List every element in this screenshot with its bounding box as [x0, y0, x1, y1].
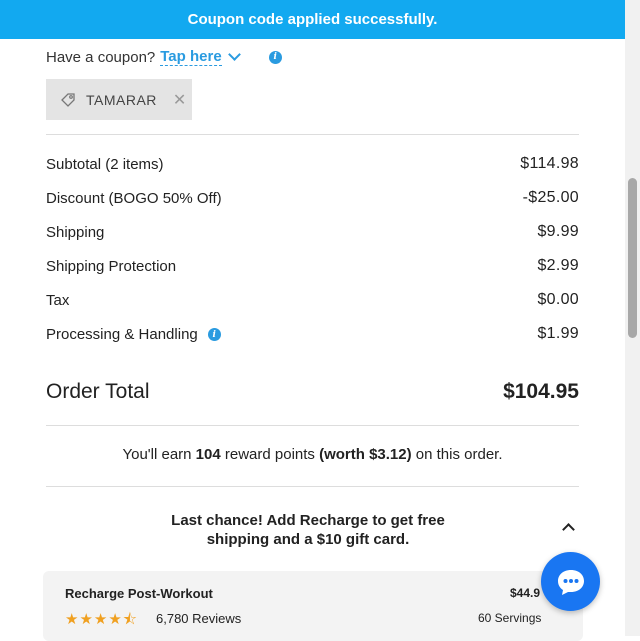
coupon-question: Have a coupon?: [46, 48, 156, 66]
summary-line-processing: Processing & Handling i $1.99: [46, 325, 579, 343]
line-value: $1.99: [537, 325, 579, 342]
product-name: Recharge Post-Workout: [65, 586, 213, 601]
chat-button[interactable]: [541, 552, 600, 611]
upsell-product-card[interactable]: Recharge Post-Workout $44.9 ★★★★⯪ 6,780 …: [43, 571, 583, 641]
line-label: Shipping: [46, 223, 105, 241]
product-servings: 60 Servings: [478, 611, 542, 625]
applied-coupon-chip: TAMARAR ✕: [46, 79, 192, 120]
reward-text: on this order.: [411, 446, 503, 463]
info-icon[interactable]: i: [268, 50, 282, 64]
review-count[interactable]: 6,780 Reviews: [156, 611, 241, 626]
coupon-prompt: Have a coupon? Tap here i: [46, 48, 282, 66]
order-total-value: $104.95: [503, 380, 579, 403]
info-icon[interactable]: i: [207, 328, 221, 342]
tap-here-link[interactable]: Tap here: [160, 48, 222, 66]
line-label: Subtotal (2 items): [46, 155, 164, 173]
summary-line-tax: Tax $0.00: [46, 291, 579, 309]
scrollbar-thumb[interactable]: [628, 178, 637, 338]
line-label: Shipping Protection: [46, 257, 177, 275]
processing-label-text: Processing & Handling: [46, 325, 198, 343]
reward-worth: (worth $3.12): [319, 446, 412, 463]
summary-line-shipping-protection: Shipping Protection $2.99: [46, 257, 579, 275]
coupon-code: TAMARAR: [86, 91, 157, 108]
summary-line-subtotal: Subtotal (2 items) $114.98: [46, 155, 579, 173]
divider: [46, 425, 579, 426]
collapse-chevron-up-icon[interactable]: [562, 523, 575, 536]
reward-points: 104: [195, 446, 221, 463]
upsell-line: shipping and a $10 gift card.: [206, 531, 410, 548]
divider: [46, 134, 579, 135]
line-value: $2.99: [537, 257, 579, 274]
upsell-heading: Last chance! Add Recharge to get free sh…: [150, 511, 466, 549]
reward-points-message: You'll earn 104 reward points (worth $3.…: [46, 446, 579, 463]
line-value: -$25.00: [522, 189, 579, 206]
tag-icon: [61, 92, 75, 107]
line-label: Discount (BOGO 50% Off): [46, 189, 222, 207]
line-value: $114.98: [520, 155, 579, 172]
chat-bubble-icon: [557, 569, 584, 595]
upsell-line: Last chance! Add Recharge to get free: [171, 512, 445, 529]
order-total: Order Total $104.95: [46, 380, 579, 404]
star-rating-icon: ★★★★⯪: [65, 611, 138, 628]
order-total-label: Order Total: [46, 380, 150, 403]
scrollbar-track[interactable]: [625, 0, 640, 636]
remove-coupon-icon[interactable]: ✕: [173, 90, 187, 110]
summary-line-discount: Discount (BOGO 50% Off) -$25.00: [46, 189, 579, 207]
success-banner: Coupon code applied successfully.: [0, 0, 625, 39]
divider: [46, 486, 579, 487]
product-price: $44.9: [510, 586, 541, 600]
line-value: $0.00: [537, 291, 579, 308]
reward-text: You'll earn: [122, 446, 196, 463]
line-value: $9.99: [537, 223, 579, 240]
banner-text: Coupon code applied successfully.: [187, 11, 438, 28]
chevron-down-icon[interactable]: [227, 48, 241, 61]
line-label: Processing & Handling i: [46, 326, 221, 343]
reward-text: reward points: [220, 446, 320, 463]
summary-line-shipping: Shipping $9.99: [46, 223, 579, 241]
line-label: Tax: [46, 291, 70, 309]
